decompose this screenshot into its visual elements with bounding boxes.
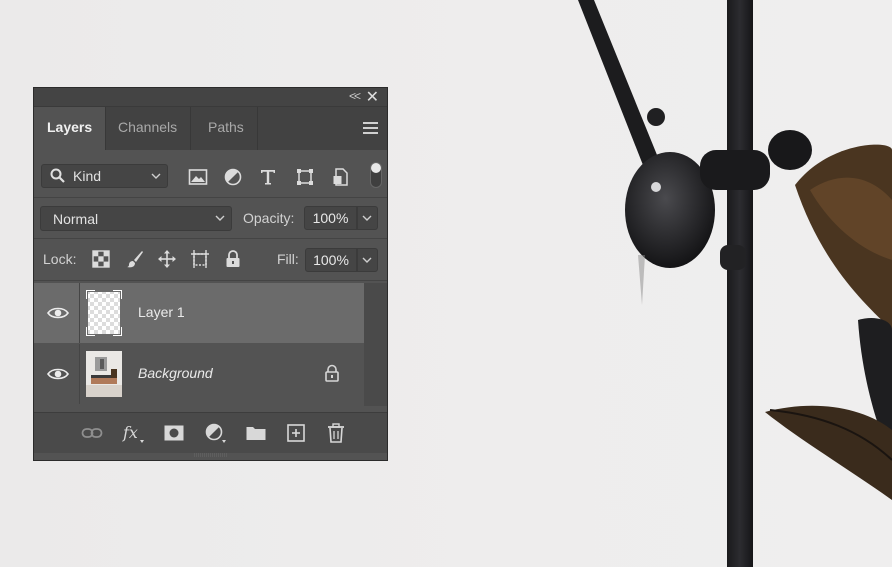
layer-name[interactable]: Layer 1 [138, 304, 185, 320]
delete-icon[interactable] [325, 422, 347, 444]
layer-row-layer-1[interactable]: Layer 1 [34, 283, 364, 343]
type-filter-icon[interactable] [258, 167, 278, 187]
chevron-down-icon [362, 215, 372, 221]
fill-label: Fill: [277, 251, 299, 267]
tab-paths[interactable]: Paths [195, 107, 258, 150]
double-chevron-left-icon[interactable]: << [349, 89, 361, 103]
lock-all-icon[interactable] [223, 249, 243, 269]
layer-name[interactable]: Background [138, 365, 213, 381]
tab-channels[interactable]: Channels [105, 107, 192, 150]
visibility-eye-icon[interactable] [47, 305, 69, 321]
opacity-input[interactable]: 100% [304, 206, 357, 230]
visibility-eye-icon[interactable] [47, 366, 69, 382]
blend-mode-dropdown[interactable]: Normal [40, 206, 232, 231]
adjustment-filter-icon[interactable] [223, 167, 243, 187]
panel-tabs: Layers Channels Paths [34, 107, 387, 150]
fill-dropdown[interactable] [357, 248, 378, 272]
filter-kind-label: Kind [73, 168, 102, 184]
chevron-down-icon [215, 215, 225, 221]
fill-input[interactable]: 100% [305, 248, 357, 272]
panel-title-bar[interactable]: << ✕ [34, 88, 387, 107]
layer-thumbnail-photo [86, 351, 122, 397]
close-icon[interactable]: ✕ [366, 87, 379, 107]
link-layers-icon[interactable] [81, 422, 103, 444]
tab-layers[interactable]: Layers [34, 107, 107, 150]
fx-icon[interactable]: fx [122, 422, 144, 444]
layers-bottom-toolbar: fx [34, 412, 387, 453]
layers-scrollbar[interactable] [364, 283, 387, 406]
layers-panel: << ✕ Layers Channels Paths Kind Normal O… [33, 87, 388, 461]
adjustment-layer-icon[interactable] [204, 422, 226, 444]
filter-toggle[interactable] [370, 162, 382, 188]
lock-label: Lock: [43, 251, 77, 267]
hamburger-menu-icon[interactable] [363, 122, 378, 134]
add-mask-icon[interactable] [163, 422, 185, 444]
blend-mode-value: Normal [53, 211, 99, 227]
new-group-icon[interactable] [245, 422, 267, 444]
layer-thumbnail-transparent [86, 290, 122, 336]
search-icon [50, 168, 65, 183]
opacity-dropdown[interactable] [357, 206, 378, 230]
resize-grip[interactable] [194, 453, 228, 457]
opacity-label: Opacity: [243, 210, 295, 226]
svg-text:fx: fx [122, 423, 138, 442]
lock-image-pixels-icon[interactable] [125, 249, 145, 269]
layers-list: Layer 1 Background [34, 283, 364, 406]
chevron-down-icon [151, 173, 161, 179]
layer-lock-icon[interactable] [324, 364, 340, 382]
lock-position-icon[interactable] [157, 249, 177, 269]
filter-kind-dropdown[interactable]: Kind [41, 164, 168, 188]
layer-row-background[interactable]: Background [34, 344, 364, 404]
lock-transparent-pixels-icon[interactable] [91, 249, 111, 269]
smart-object-filter-icon[interactable] [331, 167, 351, 187]
shape-filter-icon[interactable] [295, 167, 315, 187]
image-filter-icon[interactable] [188, 167, 208, 187]
new-layer-icon[interactable] [285, 422, 307, 444]
chevron-down-icon [362, 257, 372, 263]
lock-artboard-icon[interactable] [190, 249, 210, 269]
